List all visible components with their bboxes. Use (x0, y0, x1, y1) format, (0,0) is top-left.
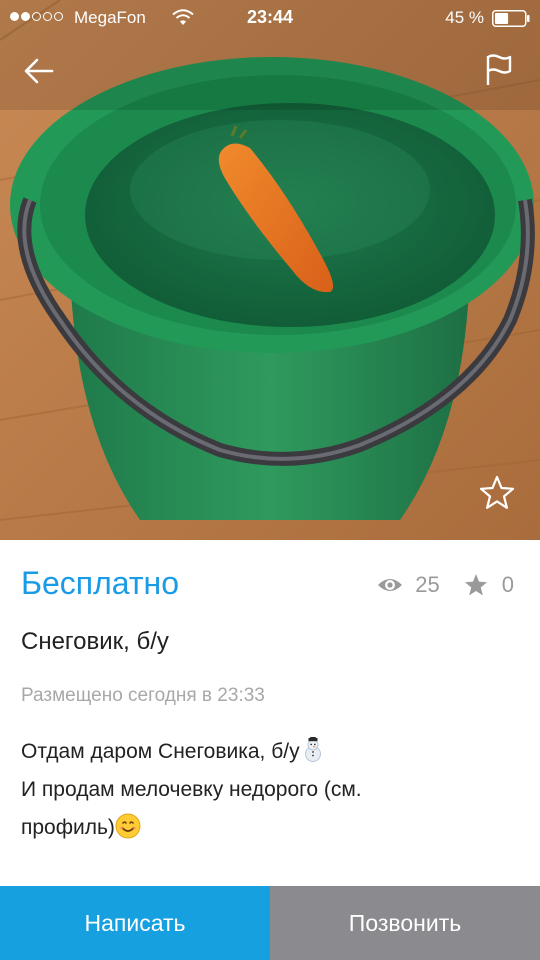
status-bar: MegaFon 23:44 45 % (0, 0, 540, 36)
write-message-button[interactable]: Написать (0, 886, 270, 960)
listing-stats: 25 0 (377, 572, 514, 598)
favorites-count: 0 (501, 572, 514, 597)
bucket-photo (0, 0, 540, 540)
description-line: И продам мелочевку недорого (см. (21, 778, 362, 801)
listing-title: Снеговик, б/у (21, 628, 169, 655)
views-count: 25 (415, 572, 440, 597)
listing-price: Бесплатно (21, 565, 180, 601)
back-arrow-icon[interactable] (22, 54, 56, 88)
battery-percent: 45 % (445, 8, 484, 27)
star-icon (464, 574, 487, 596)
flag-icon[interactable] (484, 53, 514, 87)
description-line: профиль) (21, 809, 521, 847)
listing-photo[interactable]: MegaFon 23:44 45 % (0, 0, 540, 540)
listing-description: Отдам даром Снеговика, б/у И продам мело… (21, 733, 521, 847)
battery-icon (492, 10, 530, 27)
smile-emoji-icon (115, 813, 141, 839)
call-button[interactable]: Позвонить (270, 886, 540, 960)
description-line: Отдам даром Снеговика, б/у (21, 733, 521, 771)
posted-date: Размещено сегодня в 23:33 (21, 685, 265, 706)
star-outline-icon[interactable] (478, 474, 516, 512)
eye-icon (378, 579, 403, 591)
snowman-emoji-icon (304, 737, 321, 762)
